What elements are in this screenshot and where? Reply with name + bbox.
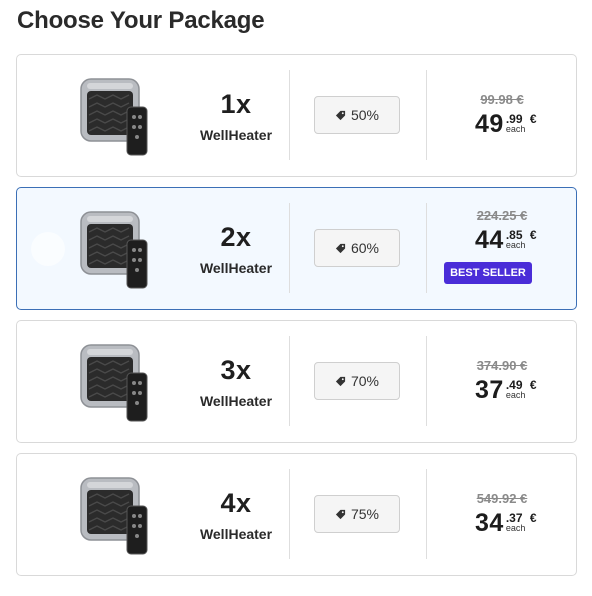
- discount-value: 70%: [350, 373, 380, 389]
- old-price: 549.92 €: [476, 491, 528, 506]
- product-name: WellHeater: [199, 127, 273, 143]
- divider: [289, 70, 290, 160]
- package-option-1x[interactable]: 1x WellHeater 50% 99.98 € 49 .99 each €: [16, 54, 577, 177]
- package-quantity: 2x: [220, 222, 252, 252]
- old-price: 224.25 €: [476, 208, 528, 223]
- price-each-label: each: [505, 240, 526, 250]
- package-quantity: 4x: [220, 488, 252, 518]
- discount-value: 75%: [350, 506, 380, 522]
- package-option-4x[interactable]: 4x WellHeater 75% 549.92 € 34 .37 each €: [16, 453, 577, 576]
- discount-value: 50%: [350, 107, 380, 123]
- best-seller-badge: BEST SELLER: [444, 262, 532, 284]
- product-name: WellHeater: [199, 526, 273, 542]
- package-option-2x[interactable]: 2x WellHeater 60% 224.25 € 44 .85 each €: [16, 187, 577, 310]
- divider: [289, 469, 290, 559]
- discount-badge: 60%: [314, 229, 400, 267]
- page-title: Choose Your Package: [17, 7, 265, 34]
- radio-button[interactable]: [31, 498, 65, 532]
- heater-product-image: [80, 344, 148, 422]
- price-each-label: each: [505, 523, 526, 533]
- product-name: WellHeater: [199, 393, 273, 409]
- price-each-label: each: [505, 390, 526, 400]
- currency-symbol: €: [529, 228, 537, 242]
- heater-product-image: [80, 477, 148, 555]
- unit-price: 49 .99 each €: [475, 110, 537, 138]
- radio-button[interactable]: [31, 365, 65, 399]
- discount-badge: 70%: [314, 362, 400, 400]
- tag-icon: [335, 376, 346, 386]
- old-price: 99.98 €: [480, 92, 524, 107]
- product-name: WellHeater: [199, 260, 273, 276]
- tag-icon: [335, 243, 346, 253]
- heater-product-image: [80, 78, 148, 156]
- unit-price: 44 .85 each €: [475, 226, 537, 254]
- currency-symbol: €: [529, 378, 537, 392]
- divider: [289, 336, 290, 426]
- price-integer: 37: [475, 376, 504, 404]
- discount-badge: 50%: [314, 96, 400, 134]
- divider: [289, 203, 290, 293]
- currency-symbol: €: [529, 112, 537, 126]
- old-price: 374.90 €: [476, 358, 528, 373]
- unit-price: 34 .37 each €: [475, 509, 537, 537]
- radio-button[interactable]: [31, 232, 65, 266]
- package-quantity: 1x: [220, 89, 252, 119]
- tag-icon: [335, 110, 346, 120]
- discount-badge: 75%: [314, 495, 400, 533]
- package-quantity: 3x: [220, 355, 252, 385]
- unit-price: 37 .49 each €: [475, 376, 537, 404]
- package-option-3x[interactable]: 3x WellHeater 70% 374.90 € 37 .49 each €: [16, 320, 577, 443]
- discount-value: 60%: [350, 240, 380, 256]
- currency-symbol: €: [529, 511, 537, 525]
- price-each-label: each: [505, 124, 526, 134]
- radio-button[interactable]: [31, 99, 65, 133]
- heater-product-image: [80, 211, 148, 289]
- tag-icon: [335, 509, 346, 519]
- price-integer: 49: [475, 110, 504, 138]
- price-integer: 44: [475, 226, 504, 254]
- price-integer: 34: [475, 509, 504, 537]
